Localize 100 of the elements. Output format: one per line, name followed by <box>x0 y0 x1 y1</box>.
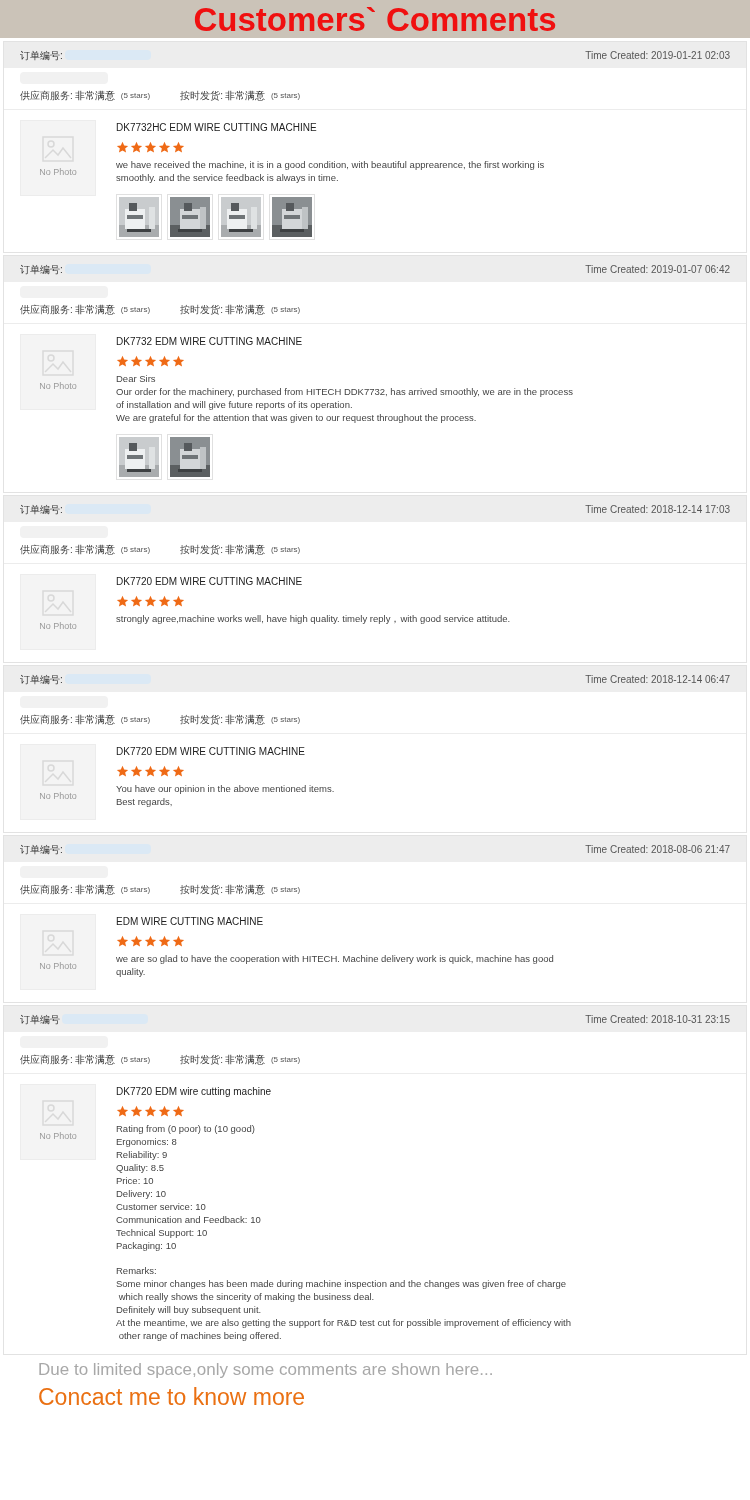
image-placeholder-icon <box>42 760 74 787</box>
rating-value: 非常满意 <box>74 713 115 727</box>
comment-line: quality. <box>116 965 147 978</box>
rating-note: (5 stars) <box>120 883 151 896</box>
star-icon <box>172 355 185 368</box>
comment-line: which really shows the sincerity of making the business deal. <box>117 1290 376 1303</box>
comment-line: Reliability: 9 <box>116 1148 169 1161</box>
star-icon <box>130 1105 143 1118</box>
comment-line: Customer service: 10 <box>116 1200 207 1213</box>
rating-value: 非常满意 <box>224 89 265 103</box>
star-icon <box>144 765 157 778</box>
star-icon <box>116 355 129 368</box>
rating-value: 非常满意 <box>224 883 265 897</box>
star-icon <box>116 141 129 154</box>
rating-note: (5 stars) <box>270 89 301 102</box>
no-photo-text: No Photo <box>39 1130 77 1144</box>
rating-value: 非常满意 <box>74 883 115 897</box>
comment-line: smoothly. and the service feedback is always in time. <box>116 171 340 184</box>
no-photo-text: No Photo <box>39 960 77 974</box>
no-photo-text: No Photo <box>39 166 77 180</box>
rating-label: 按时发货: <box>180 713 223 727</box>
star-icon <box>130 765 143 778</box>
star-icon <box>172 765 185 778</box>
comment-line: Ergonomics: 8 <box>116 1135 178 1148</box>
comment-line: Technical Support: 10 <box>116 1226 209 1239</box>
star-icon <box>172 1105 185 1118</box>
star-icon <box>158 141 171 154</box>
comment-line: At the meantime, we are also getting the support for R&D test cut for possible improvement of efficiency with <box>116 1316 571 1329</box>
comment-line: Price: 10 <box>116 1174 155 1187</box>
rating-label: 按时发货: <box>180 1053 223 1067</box>
star-icon <box>116 595 129 608</box>
rating-label: 按时发货: <box>180 89 223 103</box>
product-title: DK7732 EDM WIRE CUTTING MACHINE <box>116 335 304 349</box>
comment-line: we have received the machine, it is in a good condition, with beautiful apprearence, the first working is <box>116 158 545 171</box>
comment-line: We are grateful for the attention that was given to our request throughout the process. <box>116 411 478 424</box>
rating-note: (5 stars) <box>270 303 301 316</box>
comment-line: strongly agree,machine works well, have high quality. timely reply，with good service attitude. <box>116 612 511 625</box>
star-icon <box>158 765 171 778</box>
rating-label: 按时发货: <box>180 543 223 557</box>
star-icon <box>116 935 129 948</box>
star-icon <box>172 595 185 608</box>
rating-note: (5 stars) <box>120 713 151 726</box>
rating-value: 非常满意 <box>74 303 115 317</box>
order-number-label: 订单编号 <box>20 1012 60 1027</box>
star-icon <box>130 141 143 154</box>
comment-line: Our order for the machinery, purchased from HITECH DDK7732, has arrived smoothly, we are in the process <box>116 385 573 398</box>
star-icon <box>158 595 171 608</box>
star-icon <box>116 765 129 778</box>
footer-note: Due to limited space,only some comments are shown here... <box>38 1359 495 1381</box>
order-number-label: 订单编号: <box>20 842 63 857</box>
star-icon <box>158 935 171 948</box>
star-icon <box>130 355 143 368</box>
order-number-label: 订单编号: <box>20 262 63 277</box>
rating-value: 非常满意 <box>224 713 265 727</box>
comment-line: Communication and Feedback: 10 <box>116 1213 262 1226</box>
time-created: Time Created: 2018-12-14 06:47 <box>585 672 730 687</box>
rating-label: 供应商服务: <box>20 1053 73 1067</box>
time-created: Time Created: 2018-08-06 21:47 <box>585 842 730 857</box>
star-icon <box>144 935 157 948</box>
no-photo-text: No Photo <box>39 790 77 804</box>
image-placeholder-icon <box>42 590 74 617</box>
image-placeholder-icon <box>42 136 74 163</box>
rating-label: 按时发货: <box>180 883 223 897</box>
rating-value: 非常满意 <box>74 89 115 103</box>
order-number-label: 订单编号: <box>20 672 63 687</box>
rating-note: (5 stars) <box>270 883 301 896</box>
comment-line: Packaging: 10 <box>116 1239 178 1252</box>
comment-line: Best regards, <box>116 795 174 808</box>
time-created: Time Created: 2019-01-21 02:03 <box>585 48 730 63</box>
rating-note: (5 stars) <box>120 89 151 102</box>
comment-line: of installation and will give future reports of its operation. <box>116 398 354 411</box>
image-placeholder-icon <box>42 930 74 957</box>
star-icon <box>144 141 157 154</box>
rating-label: 供应商服务: <box>20 543 73 557</box>
order-number-label: 订单编号: <box>20 48 63 63</box>
rating-label: 供应商服务: <box>20 89 73 103</box>
star-icon <box>158 1105 171 1118</box>
comment-line: Delivery: 10 <box>116 1187 168 1200</box>
no-photo-text: No Photo <box>39 380 77 394</box>
rating-label: 供应商服务: <box>20 713 73 727</box>
image-placeholder-icon <box>42 350 74 377</box>
star-icon <box>144 595 157 608</box>
product-title: DK7732HC EDM WIRE CUTTING MACHINE <box>116 121 318 135</box>
comment-line: Some minor changes has been made during machine inspection and the changes was given free of charge <box>116 1277 567 1290</box>
product-title: EDM WIRE CUTTING MACHINE <box>116 915 265 929</box>
no-photo-text: No Photo <box>39 620 77 634</box>
rating-label: 供应商服务: <box>20 303 73 317</box>
comment-line: You have our opinion in the above mentioned items. <box>116 782 335 795</box>
rating-note: (5 stars) <box>270 543 301 556</box>
rating-value: 非常满意 <box>74 543 115 557</box>
comment-line: Rating from (0 poor) to (10 good) <box>116 1122 256 1135</box>
product-title: DK7720 EDM wire cutting machine <box>116 1085 273 1099</box>
comment-line: we are so glad to have the cooperation with HITECH. Machine delivery work is quick, machine has good <box>116 952 554 965</box>
comment-line: Quality: 8.5 <box>116 1161 166 1174</box>
rating-value: 非常满意 <box>224 303 265 317</box>
comment-line: Remarks: <box>116 1264 158 1277</box>
comment-line: Definitely will buy subsequent unit. <box>116 1303 263 1316</box>
contact-call-to-action: Concact me to know more <box>38 1382 307 1412</box>
image-placeholder-icon <box>42 1100 74 1127</box>
time-created: Time Created: 2019-01-07 06:42 <box>585 262 730 277</box>
